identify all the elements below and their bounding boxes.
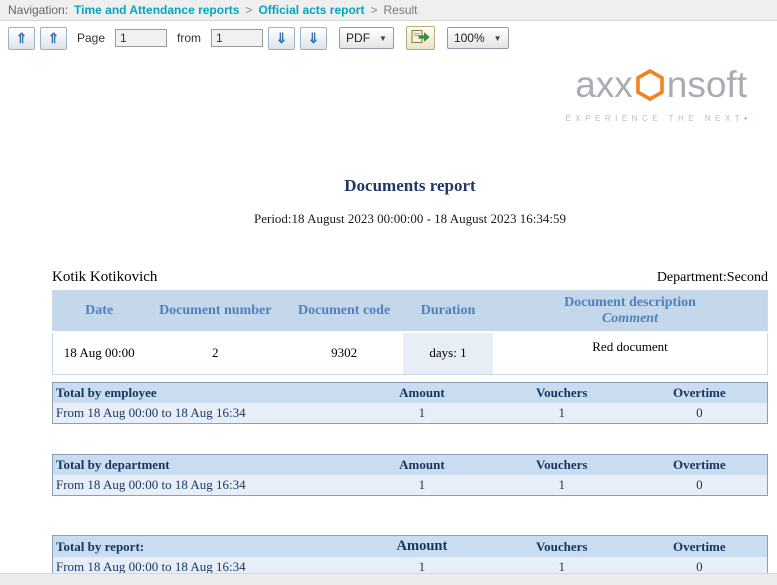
bottom-scroll-area[interactable] bbox=[0, 573, 777, 585]
export-button[interactable] bbox=[406, 26, 435, 50]
first-page-arrow-icon: ⇑ bbox=[16, 30, 28, 47]
total-by-department-table: Total by department Amount Vouchers Over… bbox=[52, 454, 768, 496]
total-range: From 18 Aug 00:00 to 18 Aug 16:34 bbox=[53, 403, 353, 424]
breadcrumb-link-time-attendance[interactable]: Time and Attendance reports bbox=[74, 3, 239, 17]
cell-date: 18 Aug 00:00 bbox=[53, 332, 146, 375]
total-pages-input[interactable] bbox=[211, 29, 263, 47]
column-header-comment-line: Comment bbox=[495, 311, 765, 327]
documents-table-header-row: Date Document number Document code Durat… bbox=[53, 291, 768, 332]
vouchers-header: Vouchers bbox=[492, 455, 632, 476]
total-range: From 18 Aug 00:00 to 18 Aug 16:34 bbox=[53, 475, 353, 496]
total-title: Total by department bbox=[53, 455, 353, 476]
vouchers-value: 1 bbox=[492, 475, 632, 496]
next-page-arrow-icon: ⇓ bbox=[276, 30, 288, 47]
amount-header: Amount bbox=[352, 383, 492, 404]
export-format-select[interactable]: PDF ▼ bbox=[339, 27, 394, 49]
overtime-header: Overtime bbox=[632, 383, 768, 404]
total-title: Total by employee bbox=[53, 383, 353, 404]
breadcrumb-separator: > bbox=[245, 3, 252, 17]
cell-description: Red document bbox=[493, 332, 768, 375]
overtime-value: 0 bbox=[632, 403, 768, 424]
amount-value: 1 bbox=[352, 475, 492, 496]
column-header-description-line: Document description bbox=[495, 295, 765, 311]
cell-document-code: 9302 bbox=[285, 332, 403, 375]
employee-name: Kotik Kotikovich bbox=[52, 269, 157, 286]
total-header-row: Total by department Amount Vouchers Over… bbox=[53, 455, 768, 476]
zoom-value: 100% bbox=[454, 31, 485, 45]
previous-page-arrow-icon: ⇑ bbox=[48, 30, 60, 47]
column-header-document-code: Document code bbox=[285, 291, 403, 332]
chevron-down-icon: ▼ bbox=[379, 34, 387, 43]
column-header-document-description: Document description Comment bbox=[493, 291, 768, 332]
logo-text-prefix: axx bbox=[575, 66, 633, 103]
breadcrumb: Navigation: Time and Attendance reports … bbox=[0, 0, 777, 21]
report-period: Period:18 August 2023 00:00:00 - 18 Augu… bbox=[52, 211, 768, 227]
total-header-row: Total by employee Amount Vouchers Overti… bbox=[53, 383, 768, 404]
from-label: from bbox=[177, 31, 201, 45]
page-label: Page bbox=[77, 31, 105, 45]
report-toolbar: ⇑ ⇑ Page from ⇓ ⇓ PDF ▼ 100% ▼ bbox=[0, 21, 777, 57]
breadcrumb-separator: > bbox=[370, 3, 377, 17]
breadcrumb-link-official-acts[interactable]: Official acts report bbox=[258, 3, 364, 17]
last-page-button[interactable]: ⇓ bbox=[300, 27, 327, 50]
vouchers-header: Vouchers bbox=[492, 383, 632, 404]
breadcrumb-current: Result bbox=[383, 3, 417, 17]
amount-header: Amount bbox=[352, 455, 492, 476]
column-header-date: Date bbox=[53, 291, 146, 332]
previous-page-button[interactable]: ⇑ bbox=[40, 27, 67, 50]
amount-header: Amount bbox=[352, 536, 492, 558]
cell-duration: days: 1 bbox=[403, 332, 493, 375]
cell-document-number: 2 bbox=[145, 332, 285, 375]
chevron-down-icon: ▼ bbox=[494, 34, 502, 43]
logo-wordmark: axx nsoft bbox=[565, 66, 747, 103]
total-title: Total by report: bbox=[53, 536, 352, 558]
axxonsoft-logo: axx nsoft EXPERIENCE THE NEXT• bbox=[565, 66, 747, 123]
employee-row: Kotik Kotikovich Department:Second bbox=[52, 269, 768, 286]
zoom-select[interactable]: 100% ▼ bbox=[447, 27, 509, 49]
department-label: Department:Second bbox=[657, 270, 768, 286]
table-row: 18 Aug 00:00 2 9302 days: 1 Red document bbox=[53, 332, 768, 375]
logo-tagline-text: EXPERIENCE THE NEXT bbox=[565, 114, 744, 123]
logo-tagline: EXPERIENCE THE NEXT• bbox=[565, 114, 747, 123]
column-header-duration: Duration bbox=[403, 291, 493, 332]
total-header-row: Total by report: Amount Vouchers Overtim… bbox=[53, 536, 768, 558]
tagline-accent-dot: • bbox=[744, 114, 747, 123]
export-icon bbox=[411, 29, 430, 47]
first-page-button[interactable]: ⇑ bbox=[8, 27, 35, 50]
report-content: Documents report Period:18 August 2023 0… bbox=[52, 57, 768, 578]
documents-table: Date Document number Document code Durat… bbox=[52, 290, 768, 375]
export-format-value: PDF bbox=[346, 31, 370, 45]
overtime-header: Overtime bbox=[632, 455, 768, 476]
column-header-document-number: Document number bbox=[145, 291, 285, 332]
overtime-header: Overtime bbox=[632, 536, 768, 558]
overtime-value: 0 bbox=[632, 475, 768, 496]
current-page-input[interactable] bbox=[115, 29, 167, 47]
hexagon-icon bbox=[634, 68, 666, 102]
total-by-employee-table: Total by employee Amount Vouchers Overti… bbox=[52, 382, 768, 424]
total-values-row: From 18 Aug 00:00 to 18 Aug 16:34 1 1 0 bbox=[53, 475, 768, 496]
next-page-button[interactable]: ⇓ bbox=[268, 27, 295, 50]
logo-text-suffix: nsoft bbox=[667, 66, 747, 103]
total-values-row: From 18 Aug 00:00 to 18 Aug 16:34 1 1 0 bbox=[53, 403, 768, 424]
vouchers-value: 1 bbox=[492, 403, 632, 424]
vouchers-header: Vouchers bbox=[492, 536, 632, 558]
total-by-report-table: Total by report: Amount Vouchers Overtim… bbox=[52, 535, 768, 578]
breadcrumb-label: Navigation: bbox=[8, 3, 68, 17]
amount-value: 1 bbox=[352, 403, 492, 424]
last-page-arrow-icon: ⇓ bbox=[308, 30, 320, 47]
